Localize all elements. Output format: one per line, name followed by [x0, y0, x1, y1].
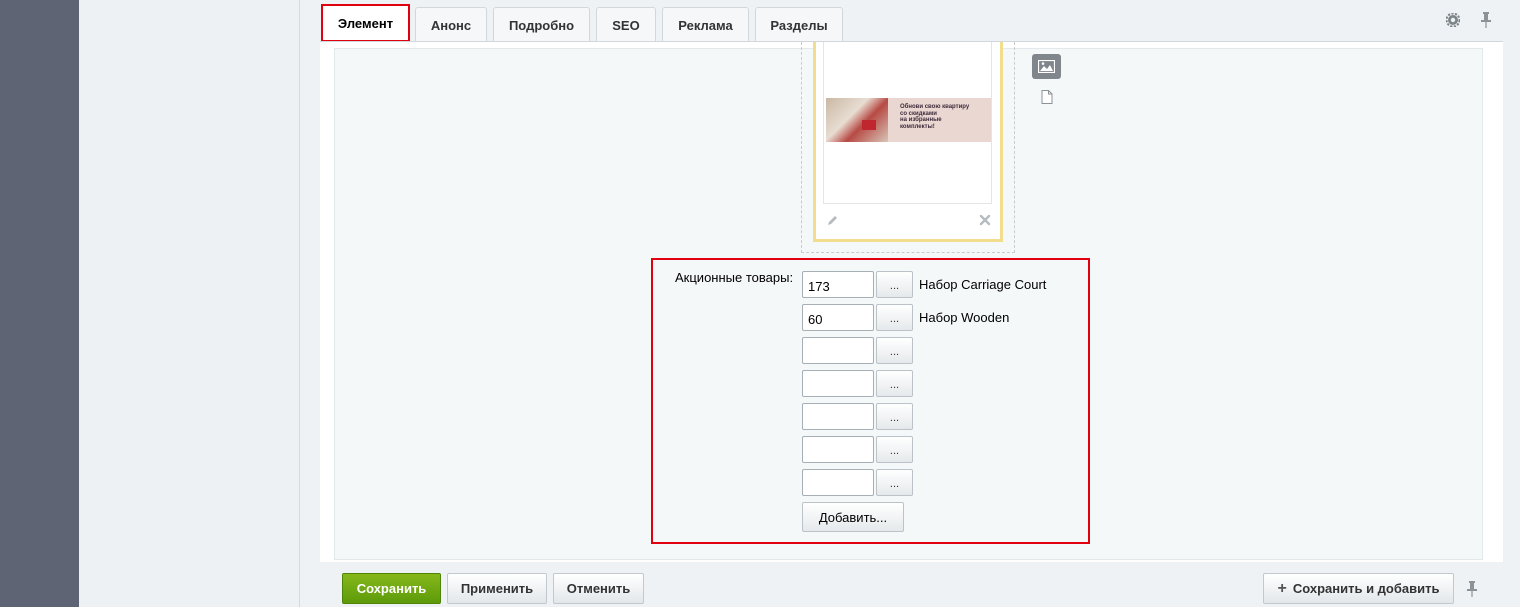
tab-sections[interactable]: Разделы [755, 7, 843, 42]
product-id-input-6[interactable] [802, 436, 874, 463]
add-product-button[interactable]: Добавить... [802, 502, 904, 532]
tab-toolbar [1446, 12, 1496, 30]
image-type-icon[interactable] [1032, 54, 1061, 79]
product-picker-button-6[interactable]: ... [876, 436, 913, 463]
left-sidebar-strip [0, 0, 79, 607]
plus-icon: + [1277, 579, 1287, 597]
tab-element[interactable]: Элемент [321, 4, 410, 42]
banner-text: Обнови свою квартиру со скидками на избр… [900, 104, 970, 130]
tab-ads[interactable]: Реклама [662, 7, 749, 42]
edit-icon[interactable] [826, 214, 839, 227]
product-picker-button-5[interactable]: ... [876, 403, 913, 430]
apply-button[interactable]: Применить [447, 573, 547, 604]
product-name-1: Набор Carriage Court [919, 277, 1047, 292]
product-picker-button-2[interactable]: ... [876, 304, 913, 331]
banner-photo [826, 98, 888, 142]
product-id-input-7[interactable] [802, 469, 874, 496]
product-id-input-5[interactable] [802, 403, 874, 430]
file-type-icon[interactable] [1041, 90, 1053, 104]
product-id-input-3[interactable] [802, 337, 874, 364]
product-name-2: Набор Wooden [919, 310, 1010, 325]
product-picker-button-4[interactable]: ... [876, 370, 913, 397]
product-picker-button-7[interactable]: ... [876, 469, 913, 496]
tab-announcement[interactable]: Анонс [415, 7, 487, 42]
product-id-input-1[interactable] [802, 271, 874, 298]
product-picker-button-3[interactable]: ... [876, 337, 913, 364]
tab-details[interactable]: Подробно [493, 7, 590, 42]
product-picker-button-1[interactable]: ... [876, 271, 913, 298]
save-and-add-button[interactable]: + Сохранить и добавить [1263, 573, 1454, 604]
left-menu-panel [79, 0, 300, 607]
pin-icon[interactable] [1480, 12, 1492, 28]
save-and-add-label: Сохранить и добавить [1292, 581, 1440, 596]
delete-icon[interactable] [979, 214, 991, 226]
promo-products-label: Акционные товары: [675, 270, 794, 285]
product-id-input-4[interactable] [802, 370, 874, 397]
save-button[interactable]: Сохранить [342, 573, 441, 604]
tab-seo[interactable]: SEO [596, 7, 656, 42]
product-id-input-2[interactable] [802, 304, 874, 331]
gear-icon[interactable] [1446, 13, 1460, 27]
cancel-button[interactable]: Отменить [553, 573, 644, 604]
banner-image: Обнови свою квартиру со скидками на избр… [826, 98, 991, 142]
pin-icon[interactable] [1466, 581, 1478, 597]
